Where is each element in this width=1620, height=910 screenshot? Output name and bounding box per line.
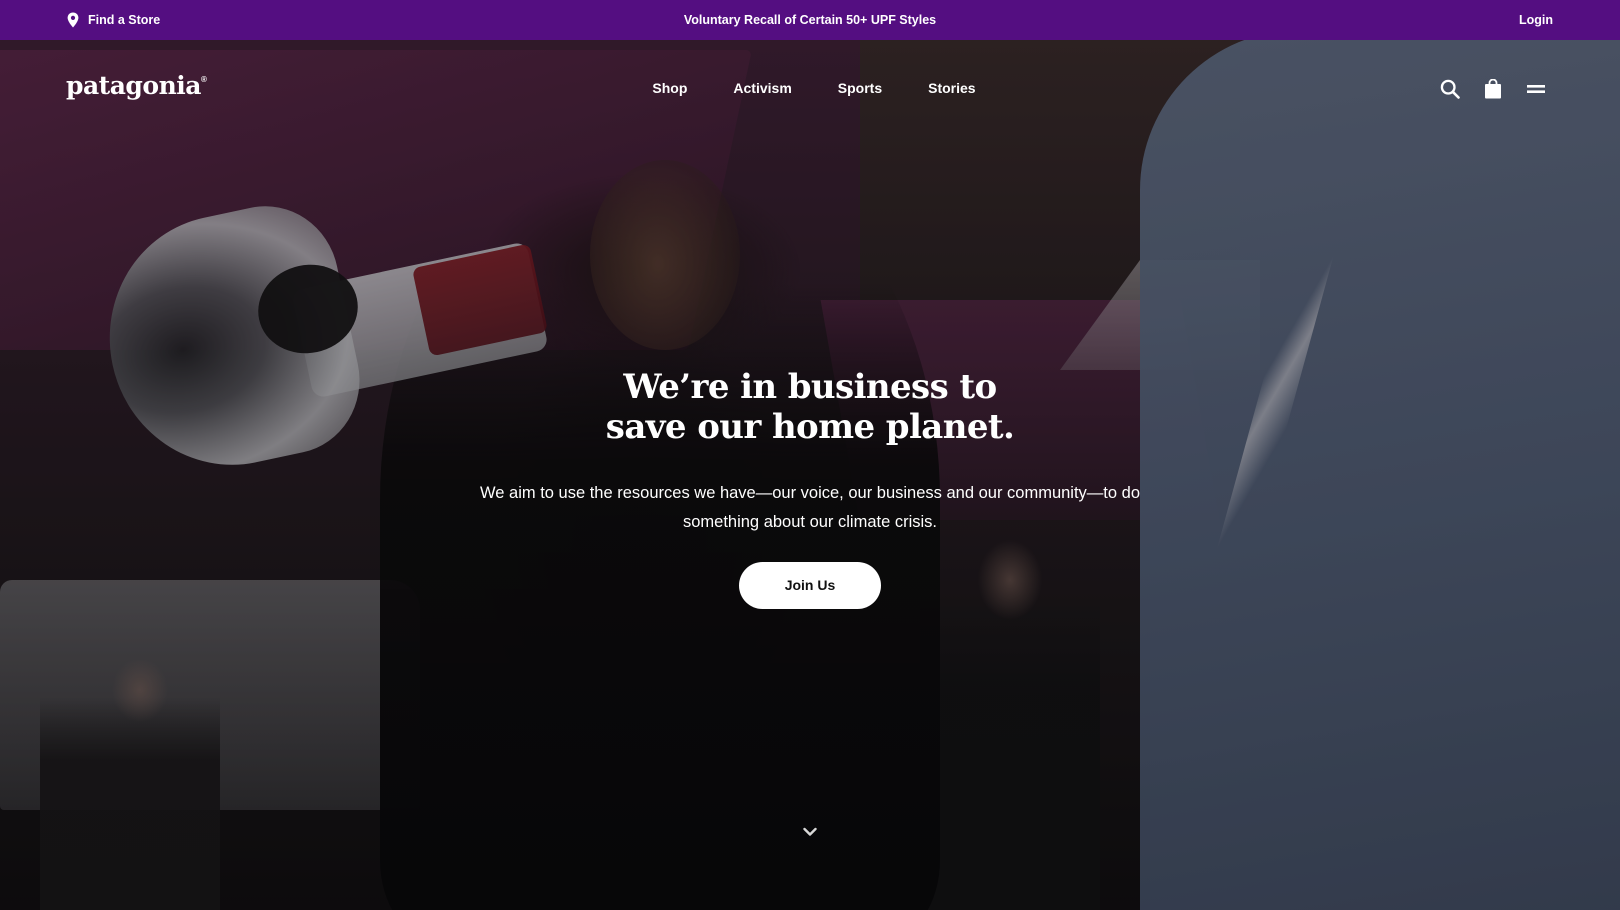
hero-subtitle: We aim to use the resources we have—our … xyxy=(479,484,1141,531)
nav-activism[interactable]: Activism xyxy=(733,80,791,96)
search-button[interactable] xyxy=(1440,79,1460,99)
hero-title: We’re in business to save our home plane… xyxy=(550,367,1070,447)
main-nav: Shop Activism Sports Stories xyxy=(0,80,1620,96)
hero-title-line-2: save our home planet. xyxy=(605,407,1015,447)
menu-button[interactable] xyxy=(1526,79,1546,99)
hero-title-line-1: We’re in business to xyxy=(623,367,997,407)
promo-message-wrap: Voluntary Recall of Certain 50+ UPF Styl… xyxy=(0,0,1620,40)
search-icon xyxy=(1440,79,1460,99)
join-us-button[interactable]: Join Us xyxy=(739,562,881,609)
chevron-down-icon xyxy=(803,827,817,836)
shopping-bag-icon xyxy=(1485,79,1501,99)
map-pin-icon xyxy=(67,12,79,28)
header-icons xyxy=(1440,79,1546,99)
nav-sports[interactable]: Sports xyxy=(838,80,882,96)
login-link[interactable]: Login xyxy=(1519,0,1553,40)
promo-bar: Find a Store Voluntary Recall of Certain… xyxy=(0,0,1620,40)
find-a-store-label: Find a Store xyxy=(88,13,161,27)
nav-shop[interactable]: Shop xyxy=(652,80,687,96)
find-a-store-link[interactable]: Find a Store xyxy=(66,0,160,40)
scroll-down-button[interactable] xyxy=(803,824,817,836)
cart-button[interactable] xyxy=(1483,79,1503,99)
menu-icon xyxy=(1527,85,1545,93)
hero-content: We’re in business to save our home plane… xyxy=(0,367,1620,609)
recall-notice-link[interactable]: Voluntary Recall of Certain 50+ UPF Styl… xyxy=(684,13,936,27)
nav-stories[interactable]: Stories xyxy=(928,80,975,96)
